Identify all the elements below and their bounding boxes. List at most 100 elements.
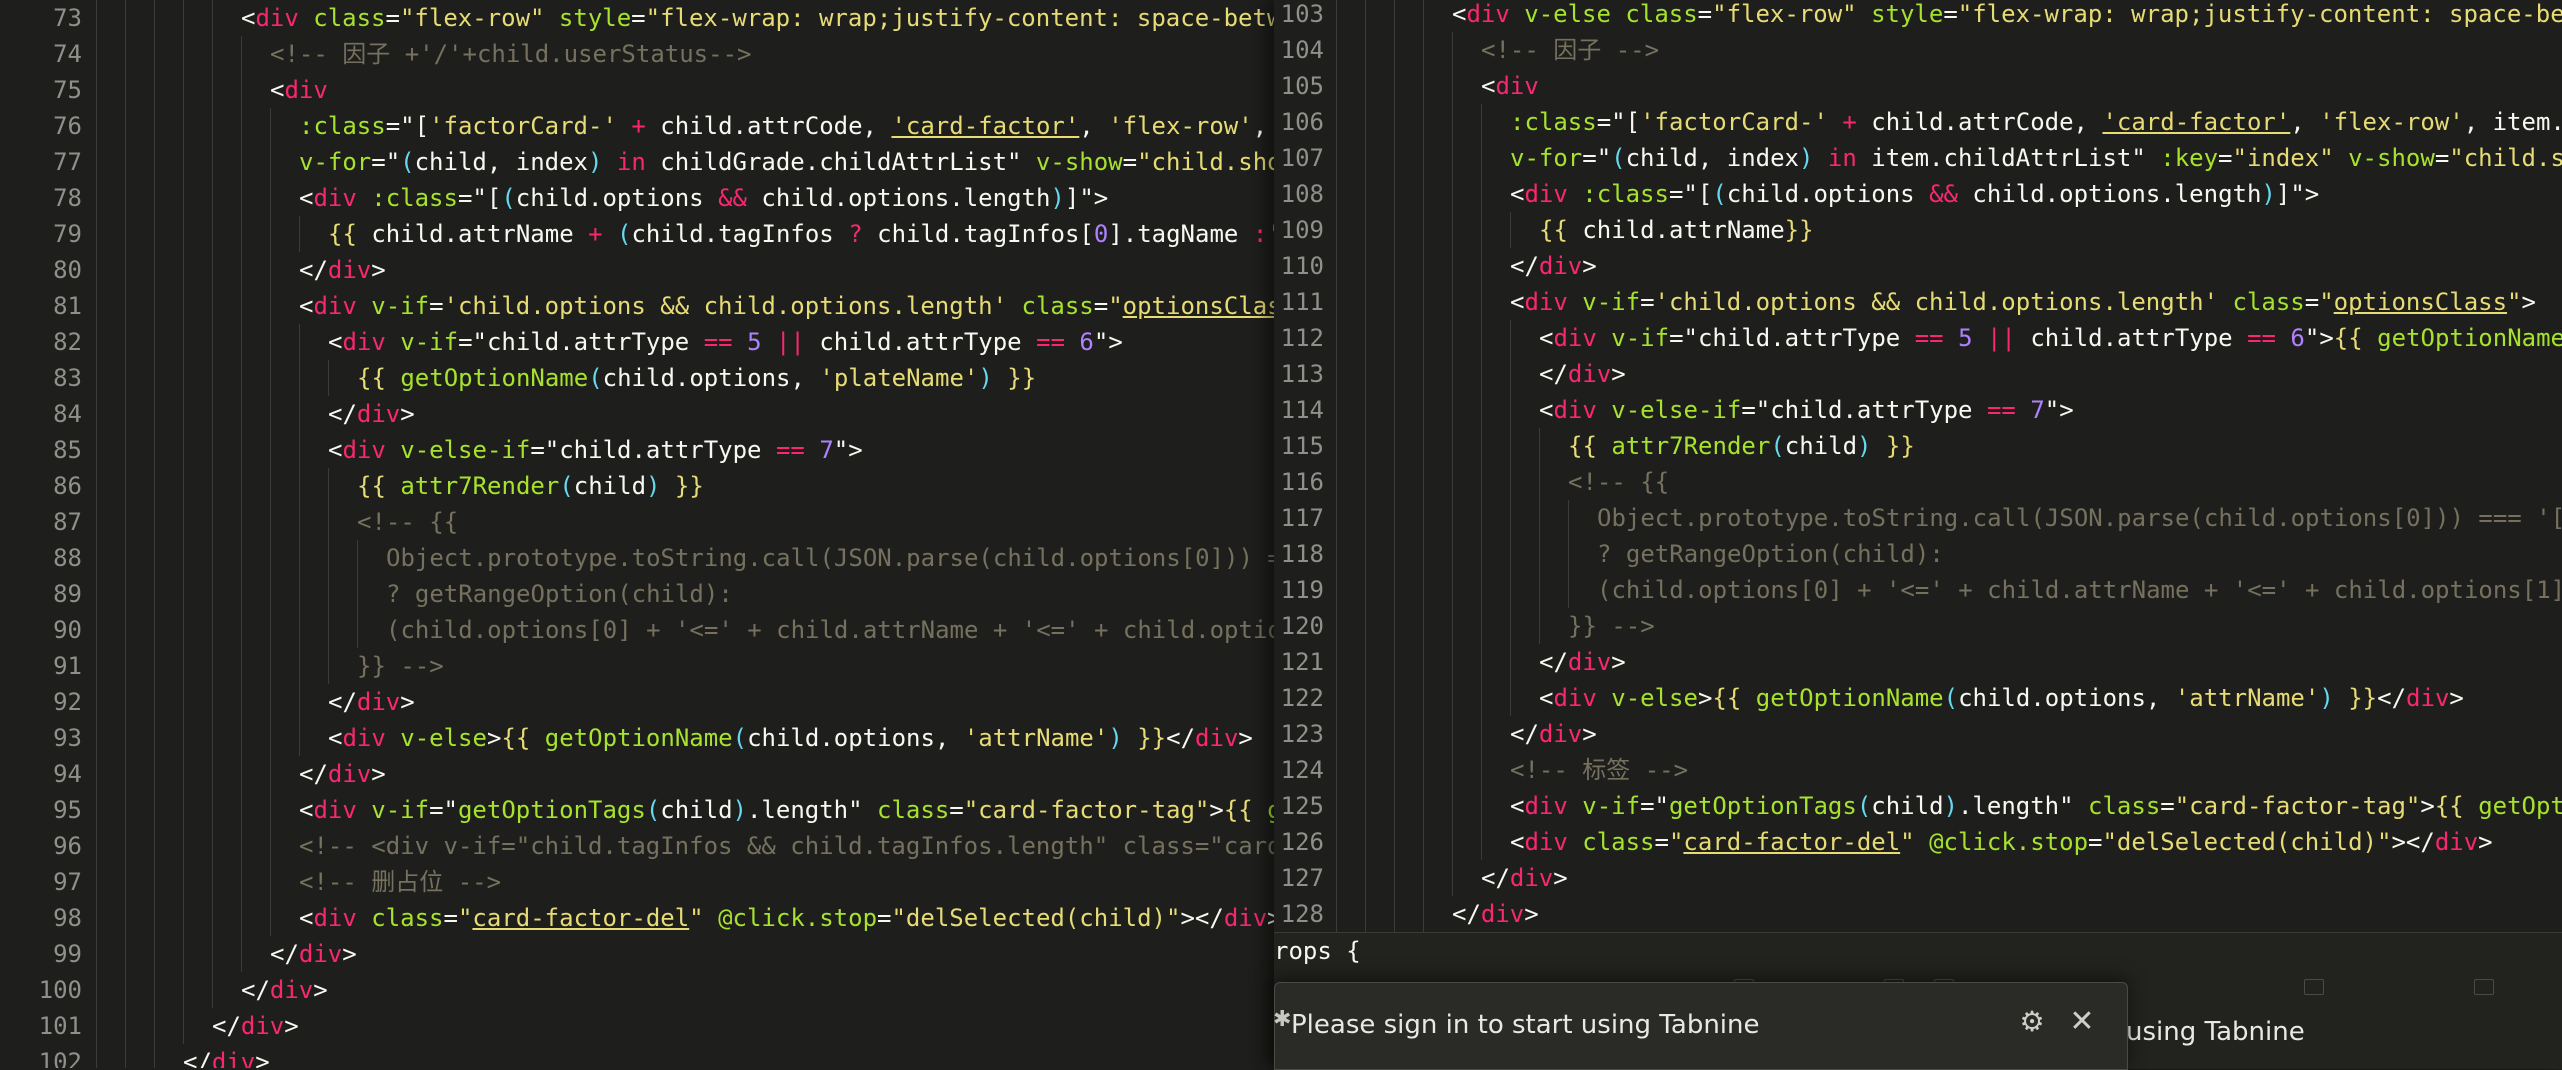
- indent-guide: [1452, 608, 1453, 644]
- code-line[interactable]: 122 <div v-else>{{ getOptionName(child.op…: [1274, 680, 2562, 716]
- code-line[interactable]: 115 {{ attr7Render(child) }}: [1274, 428, 2562, 464]
- code-line[interactable]: 85 <div v-else-if="child.attrType == 7">: [0, 432, 1274, 468]
- code-line[interactable]: 92 </div>: [0, 684, 1274, 720]
- code-line[interactable]: 82 <div v-if="child.attrType == 5 || chil…: [0, 324, 1274, 360]
- code-line[interactable]: 117 Object.prototype.toString.call(JSON.p…: [1274, 500, 2562, 536]
- gear-icon[interactable]: ⚙: [2015, 1005, 2049, 1039]
- code-line[interactable]: 95 <div v-if="getOptionTags(child).length…: [0, 792, 1274, 828]
- code-line[interactable]: 118 ? getRangeOption(child):: [1274, 536, 2562, 572]
- indent-guide: [1336, 0, 1337, 32]
- code-line[interactable]: 94 </div>: [0, 756, 1274, 792]
- right-editor-pane[interactable]: 103 <div v-else class="flex-row" style="f…: [1274, 0, 2562, 1068]
- code-line[interactable]: 81 <div v-if='child.options && child.opti…: [0, 288, 1274, 324]
- code-line[interactable]: 100 </div>: [0, 972, 1274, 1008]
- code-line[interactable]: 107 v-for="(child, index) in item.childAt…: [1274, 140, 2562, 176]
- indent-guide: [1336, 212, 1337, 248]
- code-text: {{ attr7Render(child) }}: [1568, 428, 1915, 464]
- code-line[interactable]: 128 </div>: [1274, 896, 2562, 932]
- close-icon[interactable]: ✕: [2065, 1005, 2099, 1039]
- code-token: (: [1712, 180, 1727, 208]
- code-token: }}: [1784, 216, 1814, 244]
- code-token: 6: [2275, 324, 2305, 352]
- code-token: div: [356, 400, 401, 428]
- code-line[interactable]: 116 <!-- {{: [1274, 464, 2562, 500]
- code-line[interactable]: 120}} -->: [1274, 608, 2562, 644]
- code-line[interactable]: 103 <div v-else class="flex-row" style="f…: [1274, 0, 2562, 32]
- indent-guide: [241, 648, 242, 684]
- code-token: 7: [804, 436, 834, 464]
- code-line[interactable]: 80 </div>: [0, 252, 1274, 288]
- code-line[interactable]: 109 {{ child.attrName}}: [1274, 212, 2562, 248]
- code-line[interactable]: 102 </div>: [0, 1044, 1274, 1068]
- line-number: 86: [53, 472, 82, 500]
- code-token: div: [313, 796, 357, 824]
- code-line[interactable]: 123 </div>: [1274, 716, 2562, 752]
- code-line[interactable]: 93 <div v-else>{{ getOptionName(child.opt…: [0, 720, 1274, 756]
- indent-guide: [183, 0, 184, 36]
- code-line[interactable]: 106:class="['factorCard-' + child.attrCo…: [1274, 104, 2562, 140]
- indent-guide: [96, 1044, 97, 1068]
- line-number: 109: [1280, 216, 1324, 244]
- code-token: 'factorCard-': [429, 112, 617, 140]
- indent-guide: [125, 972, 126, 1008]
- code-token: div: [313, 904, 357, 932]
- panel-toolbar-icon[interactable]: [2474, 979, 2494, 995]
- code-line[interactable]: 96 <!-- <div v-if="child.tagInfos && chil…: [0, 828, 1274, 864]
- code-line[interactable]: 127 </div>: [1274, 860, 2562, 896]
- code-line[interactable]: 108 <div :class="[(child.options && child…: [1274, 176, 2562, 212]
- code-line[interactable]: 73 <div class="flex-row" style="flex-wrap…: [0, 0, 1274, 36]
- code-line[interactable]: 125 <div v-if="getOptionTags(child).lengt…: [1274, 788, 2562, 824]
- code-line[interactable]: 110 </div>: [1274, 248, 2562, 284]
- indent-guide: [96, 36, 97, 72]
- code-line[interactable]: 112 <div v-if="child.attrType == 5 || chi…: [1274, 320, 2562, 356]
- left-editor-pane[interactable]: 73 <div class="flex-row" style="flex-wrap…: [0, 0, 1274, 1068]
- code-line[interactable]: 114 <div v-else-if="child.attrType == 7">: [1274, 392, 2562, 428]
- code-line[interactable]: 98 <div class="card-factor-del" @click.st…: [0, 900, 1274, 936]
- indent-guide: [183, 468, 184, 504]
- code-line[interactable]: 74 <!-- 因子 +'/'+child.userStatus-->: [0, 36, 1274, 72]
- code-line[interactable]: 126 <div class="card-factor-del" @click.s…: [1274, 824, 2562, 860]
- code-token: div: [342, 328, 386, 356]
- code-line[interactable]: 84 </div>: [0, 396, 1274, 432]
- code-line[interactable]: 86 {{ attr7Render(child) }}: [0, 468, 1274, 504]
- code-line[interactable]: 83 {{ getOptionName(child.options, 'plate…: [0, 360, 1274, 396]
- code-line[interactable]: 90 (child.options[0] + '<=' + child.attrN…: [0, 612, 1274, 648]
- indent-guide: [212, 720, 213, 756]
- code-line[interactable]: 121 </div>: [1274, 644, 2562, 680]
- code-line[interactable]: 119 (child.options[0] + '<=' + child.attr…: [1274, 572, 2562, 608]
- code-line[interactable]: 77 v-for="(child, index) in childGrade.ch…: [0, 144, 1274, 180]
- indent-guide: [96, 396, 97, 432]
- code-line[interactable]: 104 <!-- 因子 -->: [1274, 32, 2562, 68]
- indent-guide: [241, 432, 242, 468]
- code-line[interactable]: 99 </div>: [0, 936, 1274, 972]
- code-token: div: [1553, 684, 1597, 712]
- code-token: ].tagName: [1108, 220, 1253, 248]
- code-token: }}: [660, 472, 704, 500]
- code-line[interactable]: 89 ? getRangeOption(child):: [0, 576, 1274, 612]
- code-line[interactable]: 97 <!-- 删占位 -->: [0, 864, 1274, 900]
- code-line[interactable]: 113 </div>: [1274, 356, 2562, 392]
- code-line[interactable]: 124 <!-- 标签 -->: [1274, 752, 2562, 788]
- code-token: {{: [501, 724, 545, 752]
- code-line[interactable]: 105 <div: [1274, 68, 2562, 104]
- code-line[interactable]: 79 {{ child.attrName + (child.tagInfos ? …: [0, 216, 1274, 252]
- code-line[interactable]: 111 <div v-if='child.options && child.opt…: [1274, 284, 2562, 320]
- code-text: <!-- {{: [357, 504, 458, 540]
- code-line[interactable]: 76:class="['factorCard-' + child.attrCod…: [0, 108, 1274, 144]
- code-line[interactable]: 75 <div: [0, 72, 1274, 108]
- code-token: div: [284, 76, 328, 104]
- indent-guide: [1568, 536, 1569, 572]
- panel-toolbar-icon[interactable]: [2304, 979, 2324, 995]
- code-line[interactable]: 88 Object.prototype.toString.call(JSON.pa…: [0, 540, 1274, 576]
- code-token: ): [1799, 144, 1814, 172]
- code-line[interactable]: 91}} -->: [0, 648, 1274, 684]
- code-line[interactable]: 78 <div :class="[(child.options && child.…: [0, 180, 1274, 216]
- code-line[interactable]: 101 </div>: [0, 1008, 1274, 1044]
- indent-guide: [1336, 320, 1337, 356]
- indent-guide: [241, 792, 242, 828]
- indent-guide: [154, 540, 155, 576]
- code-token: 'child.options && child.options.length': [1654, 288, 2219, 316]
- code-line[interactable]: 87 <!-- {{: [0, 504, 1274, 540]
- code-token: 'plateName': [819, 364, 979, 392]
- code-token: div: [1223, 904, 1268, 932]
